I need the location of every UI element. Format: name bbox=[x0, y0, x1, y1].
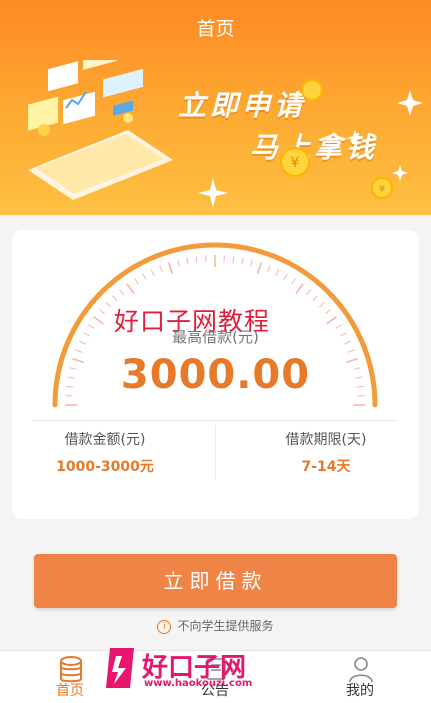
apply-loan-button[interactable]: 立即借款 bbox=[34, 554, 397, 608]
gauge-tick bbox=[268, 266, 271, 273]
loan-amount-label: 借款金额(元) bbox=[30, 429, 180, 449]
gauge-tick bbox=[196, 256, 197, 263]
gauge-tick bbox=[143, 274, 146, 280]
gauge-tick bbox=[178, 260, 180, 267]
loan-amount-value: 1000-3000元 bbox=[30, 456, 180, 476]
tab-profile[interactable]: 我的 bbox=[305, 651, 415, 703]
gauge-tick bbox=[127, 284, 134, 294]
gauge-tick bbox=[327, 317, 337, 324]
tab-label: 我的 bbox=[305, 680, 415, 700]
gauge-tick bbox=[187, 258, 188, 265]
notice-text: 不向学生提供服务 bbox=[177, 619, 273, 633]
user-icon bbox=[348, 655, 374, 683]
max-loan-label: 最高借款(元) bbox=[0, 326, 431, 347]
header-banner: 首页 立即申请 马上拿钱 ¥ ¥ bbox=[0, 0, 431, 215]
watermark-url: www.haokouzi.com bbox=[144, 678, 252, 689]
watermark-logo-icon bbox=[100, 646, 140, 690]
coins-decoration: ¥ ¥ bbox=[260, 70, 430, 210]
gauge-tick bbox=[313, 296, 318, 301]
gauge-tick bbox=[169, 262, 173, 273]
max-loan-value: 3000.00 bbox=[0, 352, 431, 398]
gauge-tick bbox=[319, 302, 324, 307]
gauge-tick bbox=[94, 317, 104, 324]
gauge-tick bbox=[251, 260, 253, 267]
divider bbox=[32, 420, 398, 421]
gauge-tick bbox=[112, 296, 117, 301]
gauge-tick bbox=[151, 269, 154, 275]
gauge-tick bbox=[258, 262, 262, 273]
svg-text:¥: ¥ bbox=[291, 155, 300, 171]
gauge-tick bbox=[233, 256, 234, 263]
coins-stack-icon bbox=[58, 655, 84, 683]
gauge-tick bbox=[292, 278, 296, 284]
finance-illustration bbox=[8, 60, 178, 210]
svg-text:¥: ¥ bbox=[379, 184, 385, 195]
loan-term-label: 借款期限(天) bbox=[251, 429, 401, 449]
gauge-tick bbox=[296, 284, 303, 294]
sparkle-icon bbox=[198, 178, 228, 208]
gauge-tick bbox=[106, 302, 111, 307]
gauge-tick bbox=[135, 278, 139, 284]
gauge-tick bbox=[284, 274, 287, 280]
gauge-tick bbox=[160, 266, 163, 273]
loan-term-value: 7-14天 bbox=[251, 456, 401, 476]
gauge-tick bbox=[276, 269, 279, 275]
page-title: 首页 bbox=[0, 14, 431, 41]
student-notice: i 不向学生提供服务 bbox=[0, 617, 431, 634]
gauge-tick bbox=[306, 289, 310, 294]
gauge-tick bbox=[325, 309, 330, 313]
gauge-tick bbox=[119, 289, 123, 294]
gauge-tick bbox=[242, 258, 243, 265]
divider bbox=[215, 426, 216, 480]
info-icon: i bbox=[157, 620, 171, 634]
gauge-tick bbox=[99, 309, 104, 313]
